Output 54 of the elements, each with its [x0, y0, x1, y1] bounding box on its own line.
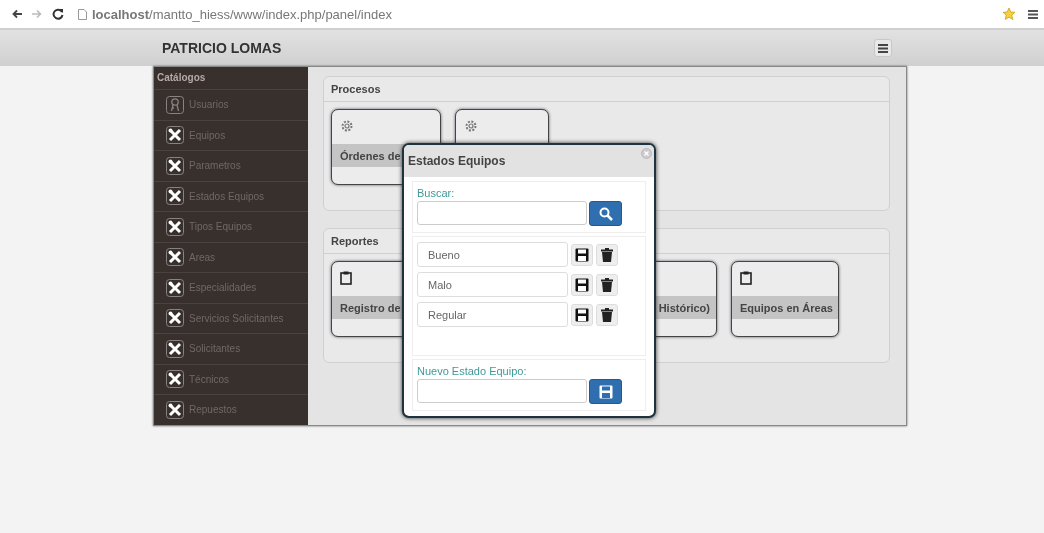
delete-button[interactable]	[596, 273, 618, 296]
tools-icon	[166, 217, 184, 236]
user-name: PATRICIO LOMAS	[162, 40, 282, 56]
reload-icon[interactable]	[52, 8, 64, 20]
clipboard-icon	[340, 271, 352, 285]
gear-icon	[340, 119, 354, 133]
search-label: Buscar:	[417, 187, 456, 199]
trash-icon	[601, 277, 613, 292]
trash-icon	[601, 307, 613, 322]
search-button[interactable]	[589, 201, 622, 226]
tools-icon	[166, 309, 184, 328]
tile-label: Equipos en Áreas	[740, 301, 833, 314]
save-button[interactable]	[571, 243, 593, 266]
clipboard-icon	[740, 271, 752, 285]
star-icon[interactable]	[1002, 7, 1016, 21]
sidebar-item[interactable]: Repuestos	[189, 404, 237, 416]
menu-button[interactable]	[874, 39, 892, 57]
trash-icon	[601, 247, 613, 262]
tools-icon	[166, 278, 184, 297]
sidebar-item[interactable]: Especialidades	[189, 282, 257, 294]
state-field[interactable]: Regular	[417, 302, 568, 327]
search-icon	[598, 206, 613, 221]
sidebar-item[interactable]: Estados Equipos	[189, 190, 265, 202]
address-bar[interactable]: localhost/mantto_hiess/www/index.php/panel/index	[92, 6, 392, 22]
tools-icon	[166, 156, 184, 175]
sidebar-item[interactable]: Parametros	[189, 160, 241, 172]
save-new-button[interactable]	[589, 379, 622, 404]
tile-label: Histórico)	[658, 301, 710, 314]
sidebar-item[interactable]: Areas	[189, 251, 216, 263]
state-field[interactable]: Malo	[417, 272, 568, 297]
menu-icon[interactable]	[1028, 9, 1038, 19]
search-field[interactable]	[417, 201, 587, 225]
new-state-label: Nuevo Estado Equipo:	[417, 365, 528, 377]
gear-icon	[464, 119, 478, 133]
delete-button[interactable]	[596, 243, 618, 266]
back-icon[interactable]	[12, 9, 23, 19]
save-button[interactable]	[571, 273, 593, 296]
page-icon	[78, 8, 87, 20]
key-icon	[166, 95, 184, 114]
tools-icon	[166, 126, 184, 145]
tools-icon	[166, 187, 184, 206]
tile-label: Órdenes de	[340, 149, 401, 162]
panel-title: Procesos	[324, 77, 889, 102]
tile-label: Registro de	[340, 301, 401, 314]
save-button[interactable]	[571, 303, 593, 326]
tools-icon	[166, 339, 184, 358]
tile-card[interactable]: Equipos en Áreas	[731, 261, 839, 337]
tools-icon	[166, 400, 184, 419]
delete-button[interactable]	[596, 303, 618, 326]
menu-icon	[878, 43, 888, 53]
tools-icon	[166, 370, 184, 389]
tools-icon	[166, 248, 184, 267]
sidebar-item[interactable]: Equipos	[189, 129, 226, 141]
new-state-field[interactable]	[417, 379, 587, 403]
